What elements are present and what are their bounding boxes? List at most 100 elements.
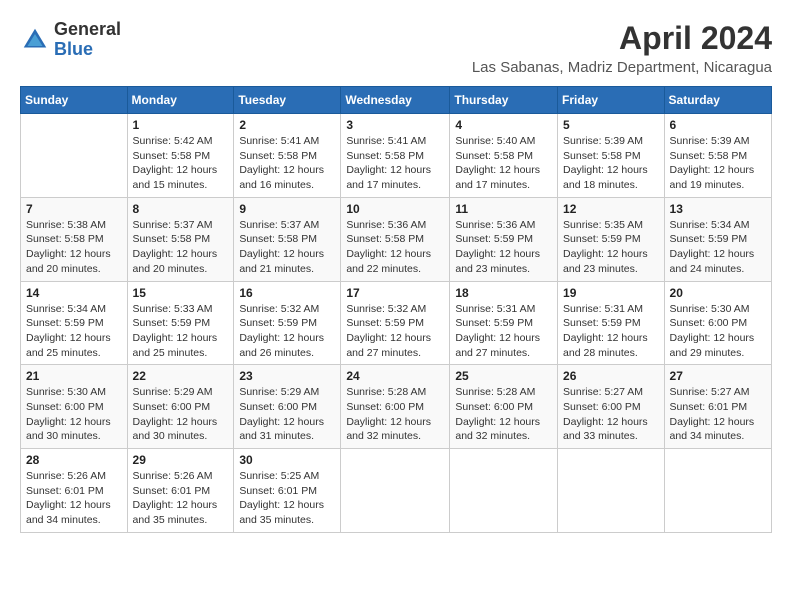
day-info: Sunrise: 5:30 AM Sunset: 6:00 PM Dayligh… <box>26 385 122 444</box>
day-info: Sunrise: 5:33 AM Sunset: 5:59 PM Dayligh… <box>133 302 229 361</box>
calendar-cell: 9Sunrise: 5:37 AM Sunset: 5:58 PM Daylig… <box>234 197 341 281</box>
calendar-header-friday: Friday <box>558 87 665 114</box>
day-number: 30 <box>239 453 335 467</box>
calendar-header-saturday: Saturday <box>664 87 771 114</box>
day-info: Sunrise: 5:31 AM Sunset: 5:59 PM Dayligh… <box>563 302 659 361</box>
calendar-cell: 18 Sunrise: 5:31 AM Sunset: 5:59 PM Dayli… <box>450 281 558 365</box>
calendar-cell <box>450 449 558 533</box>
calendar-cell: 21Sunrise: 5:30 AM Sunset: 6:00 PM Dayli… <box>21 365 128 449</box>
calendar-cell: 12 Sunrise: 5:35 AM Sunset: 5:59 PM Dayli… <box>558 197 665 281</box>
calendar-cell: 3Sunrise: 5:41 AM Sunset: 5:58 PM Daylig… <box>341 114 450 198</box>
day-info: Sunrise: 5:28 AM Sunset: 6:00 PM Dayligh… <box>455 385 552 444</box>
calendar-cell: 22 Sunrise: 5:29 AM Sunset: 6:00 PM Dayli… <box>127 365 234 449</box>
day-info: Sunrise: 5:35 AM Sunset: 5:59 PM Dayligh… <box>563 218 659 277</box>
calendar-cell: 17Sunrise: 5:32 AM Sunset: 5:59 PM Dayli… <box>341 281 450 365</box>
calendar-cell: 28 Sunrise: 5:26 AM Sunset: 6:01 PM Dayli… <box>21 449 128 533</box>
calendar-cell: 27 Sunrise: 5:27 AM Sunset: 6:01 PM Dayli… <box>664 365 771 449</box>
day-number: 16 <box>239 286 335 300</box>
day-number: 22 <box>133 369 229 383</box>
calendar-cell <box>664 449 771 533</box>
day-number: 11 <box>455 202 552 216</box>
day-number: 23 <box>239 369 335 383</box>
day-number: 19 <box>563 286 659 300</box>
day-info: Sunrise: 5:39 AM Sunset: 5:58 PM Dayligh… <box>563 134 659 193</box>
day-info: Sunrise: 5:38 AM Sunset: 5:58 PM Dayligh… <box>26 218 122 277</box>
day-number: 24 <box>346 369 444 383</box>
day-number: 10 <box>346 202 444 216</box>
day-info: Sunrise: 5:41 AM Sunset: 5:58 PM Dayligh… <box>346 134 444 193</box>
calendar-header-sunday: Sunday <box>21 87 128 114</box>
calendar-cell: 10 Sunrise: 5:36 AM Sunset: 5:58 PM Dayli… <box>341 197 450 281</box>
title-area: April 2024 Las Sabanas, Madriz Departmen… <box>472 20 772 76</box>
calendar-cell: 7 Sunrise: 5:38 AM Sunset: 5:58 PM Daylig… <box>21 197 128 281</box>
calendar-cell <box>341 449 450 533</box>
day-number: 5 <box>563 118 659 132</box>
day-number: 12 <box>563 202 659 216</box>
calendar-cell: 13 Sunrise: 5:34 AM Sunset: 5:59 PM Dayli… <box>664 197 771 281</box>
calendar-week-row: 28 Sunrise: 5:26 AM Sunset: 6:01 PM Dayli… <box>21 449 772 533</box>
calendar-cell: 2 Sunrise: 5:41 AM Sunset: 5:58 PM Daylig… <box>234 114 341 198</box>
day-info: Sunrise: 5:30 AM Sunset: 6:00 PM Dayligh… <box>670 302 766 361</box>
day-number: 20 <box>670 286 766 300</box>
day-number: 28 <box>26 453 122 467</box>
page-header: General Blue April 2024 Las Sabanas, Mad… <box>20 20 772 76</box>
calendar-cell: 4Sunrise: 5:40 AM Sunset: 5:58 PM Daylig… <box>450 114 558 198</box>
calendar-header-wednesday: Wednesday <box>341 87 450 114</box>
calendar-week-row: 7 Sunrise: 5:38 AM Sunset: 5:58 PM Daylig… <box>21 197 772 281</box>
calendar-cell: 16 Sunrise: 5:32 AM Sunset: 5:59 PM Dayli… <box>234 281 341 365</box>
day-number: 29 <box>133 453 229 467</box>
day-info: Sunrise: 5:37 AM Sunset: 5:58 PM Dayligh… <box>133 218 229 277</box>
day-info: Sunrise: 5:36 AM Sunset: 5:58 PM Dayligh… <box>346 218 444 277</box>
day-number: 18 <box>455 286 552 300</box>
calendar-cell: 1 Sunrise: 5:42 AM Sunset: 5:58 PM Daylig… <box>127 114 234 198</box>
calendar-cell <box>21 114 128 198</box>
calendar-cell: 14 Sunrise: 5:34 AM Sunset: 5:59 PM Dayli… <box>21 281 128 365</box>
day-number: 14 <box>26 286 122 300</box>
day-number: 26 <box>563 369 659 383</box>
calendar-header-tuesday: Tuesday <box>234 87 341 114</box>
day-number: 6 <box>670 118 766 132</box>
day-number: 25 <box>455 369 552 383</box>
day-info: Sunrise: 5:36 AM Sunset: 5:59 PM Dayligh… <box>455 218 552 277</box>
day-info: Sunrise: 5:28 AM Sunset: 6:00 PM Dayligh… <box>346 385 444 444</box>
logo-blue-text: Blue <box>54 40 121 60</box>
day-number: 27 <box>670 369 766 383</box>
day-info: Sunrise: 5:25 AM Sunset: 6:01 PM Dayligh… <box>239 469 335 528</box>
calendar-cell: 8Sunrise: 5:37 AM Sunset: 5:58 PM Daylig… <box>127 197 234 281</box>
day-info: Sunrise: 5:27 AM Sunset: 6:00 PM Dayligh… <box>563 385 659 444</box>
day-info: Sunrise: 5:26 AM Sunset: 6:01 PM Dayligh… <box>26 469 122 528</box>
day-number: 4 <box>455 118 552 132</box>
day-number: 1 <box>133 118 229 132</box>
logo-icon <box>20 25 50 55</box>
calendar-week-row: 1 Sunrise: 5:42 AM Sunset: 5:58 PM Daylig… <box>21 114 772 198</box>
logo-general-text: General <box>54 20 121 40</box>
calendar-cell: 20 Sunrise: 5:30 AM Sunset: 6:00 PM Dayli… <box>664 281 771 365</box>
day-info: Sunrise: 5:34 AM Sunset: 5:59 PM Dayligh… <box>670 218 766 277</box>
calendar-table: SundayMondayTuesdayWednesdayThursdayFrid… <box>20 86 772 533</box>
calendar-cell: 23 Sunrise: 5:29 AM Sunset: 6:00 PM Dayli… <box>234 365 341 449</box>
day-info: Sunrise: 5:29 AM Sunset: 6:00 PM Dayligh… <box>239 385 335 444</box>
day-number: 2 <box>239 118 335 132</box>
calendar-cell: 5 Sunrise: 5:39 AM Sunset: 5:58 PM Daylig… <box>558 114 665 198</box>
calendar-week-row: 14 Sunrise: 5:34 AM Sunset: 5:59 PM Dayli… <box>21 281 772 365</box>
day-info: Sunrise: 5:41 AM Sunset: 5:58 PM Dayligh… <box>239 134 335 193</box>
calendar-cell <box>558 449 665 533</box>
day-number: 17 <box>346 286 444 300</box>
day-info: Sunrise: 5:27 AM Sunset: 6:01 PM Dayligh… <box>670 385 766 444</box>
day-info: Sunrise: 5:34 AM Sunset: 5:59 PM Dayligh… <box>26 302 122 361</box>
day-number: 13 <box>670 202 766 216</box>
day-info: Sunrise: 5:29 AM Sunset: 6:00 PM Dayligh… <box>133 385 229 444</box>
calendar-week-row: 21Sunrise: 5:30 AM Sunset: 6:00 PM Dayli… <box>21 365 772 449</box>
day-info: Sunrise: 5:31 AM Sunset: 5:59 PM Dayligh… <box>455 302 552 361</box>
calendar-cell: 30 Sunrise: 5:25 AM Sunset: 6:01 PM Dayli… <box>234 449 341 533</box>
calendar-cell: 11 Sunrise: 5:36 AM Sunset: 5:59 PM Dayli… <box>450 197 558 281</box>
calendar-cell: 24 Sunrise: 5:28 AM Sunset: 6:00 PM Dayli… <box>341 365 450 449</box>
location-text: Las Sabanas, Madriz Department, Nicaragu… <box>472 59 772 76</box>
day-info: Sunrise: 5:32 AM Sunset: 5:59 PM Dayligh… <box>239 302 335 361</box>
day-info: Sunrise: 5:37 AM Sunset: 5:58 PM Dayligh… <box>239 218 335 277</box>
calendar-cell: 26 Sunrise: 5:27 AM Sunset: 6:00 PM Dayli… <box>558 365 665 449</box>
calendar-cell: 15Sunrise: 5:33 AM Sunset: 5:59 PM Dayli… <box>127 281 234 365</box>
calendar-cell: 6Sunrise: 5:39 AM Sunset: 5:58 PM Daylig… <box>664 114 771 198</box>
day-info: Sunrise: 5:42 AM Sunset: 5:58 PM Dayligh… <box>133 134 229 193</box>
day-number: 7 <box>26 202 122 216</box>
